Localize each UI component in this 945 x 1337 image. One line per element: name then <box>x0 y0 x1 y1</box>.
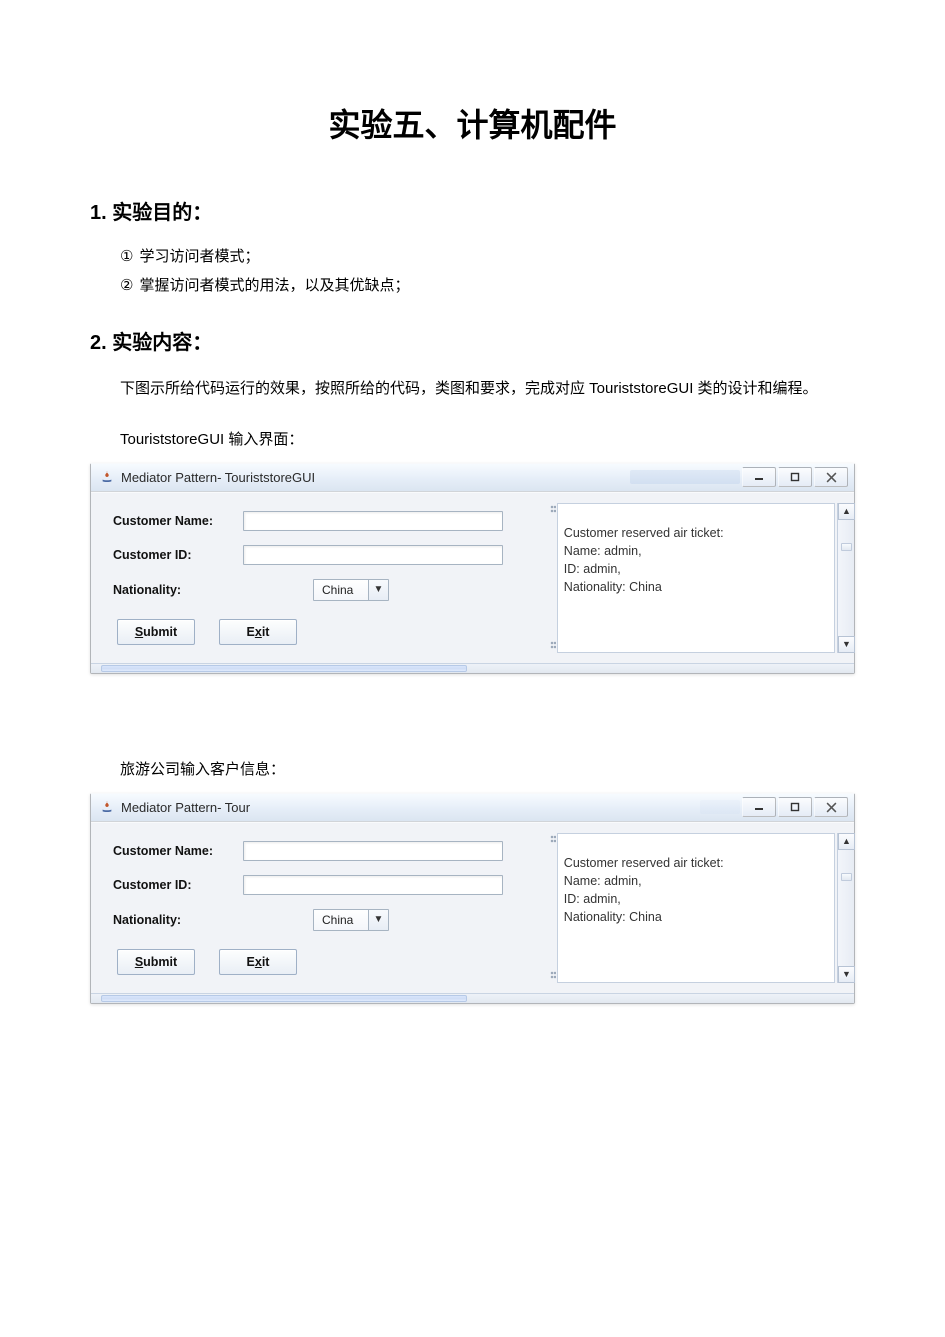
figure-1-caption: TouriststoreGUI 输入界面： <box>90 428 855 449</box>
list-text: 掌握访问者模式的用法，以及其优缺点； <box>139 272 409 301</box>
window-tour: Mediator Pattern- Tour Customer Name: <box>90 793 855 1004</box>
vertical-scrollbar[interactable]: ▲ ▼ <box>837 503 854 653</box>
horizontal-scroll-thumb[interactable] <box>101 665 467 672</box>
exit-pre: E <box>247 625 255 639</box>
window-controls <box>740 797 848 817</box>
form-row-id: Customer ID: <box>113 545 535 565</box>
exit-button[interactable]: Exit <box>219 619 297 645</box>
form-row-id: Customer ID: <box>113 875 535 895</box>
titlebar-decoration <box>700 800 740 814</box>
maximize-button[interactable] <box>778 467 812 487</box>
nationality-value: China <box>314 583 368 597</box>
output-panel: Customer reserved air ticket: Name: admi… <box>557 833 854 983</box>
customer-name-label: Customer Name: <box>113 514 243 528</box>
split-divider[interactable] <box>549 503 557 653</box>
customer-name-label: Customer Name: <box>113 844 243 858</box>
form-panel: Customer Name: Customer ID: Nationality:… <box>91 503 549 653</box>
exit-post: it <box>262 625 270 639</box>
section-2-paragraph: 下图示所给代码运行的效果，按照所给的代码，类图和要求，完成对应 Tourists… <box>90 375 855 404</box>
customer-name-input[interactable] <box>243 511 503 531</box>
form-row-nationality: Nationality: China ▼ <box>113 579 535 601</box>
form-row-name: Customer Name: <box>113 511 535 531</box>
nationality-select[interactable]: China ▼ <box>313 909 389 931</box>
minimize-button[interactable] <box>742 467 776 487</box>
scroll-thumb-mark[interactable] <box>841 873 852 881</box>
window-title: Mediator Pattern- TouriststoreGUI <box>121 470 626 485</box>
submit-mnemonic: S <box>135 955 143 969</box>
titlebar[interactable]: Mediator Pattern- Tour <box>91 794 854 822</box>
scroll-down-button[interactable]: ▼ <box>838 636 855 653</box>
titlebar-decoration <box>630 470 740 484</box>
list-item: ② 掌握访问者模式的用法，以及其优缺点； <box>120 272 855 301</box>
list-marker: ② <box>120 272 133 301</box>
nationality-label: Nationality: <box>113 913 243 927</box>
nationality-value: China <box>314 913 368 927</box>
button-row: Submit Exit <box>113 619 535 645</box>
customer-id-label: Customer ID: <box>113 548 243 562</box>
exit-pre: E <box>247 955 255 969</box>
customer-id-input[interactable] <box>243 545 503 565</box>
submit-mnemonic: S <box>135 625 143 639</box>
titlebar[interactable]: Mediator Pattern- TouriststoreGUI <box>91 464 854 492</box>
figure-2-caption: 旅游公司输入客户信息： <box>90 758 855 779</box>
button-row: Submit Exit <box>113 949 535 975</box>
form-row-name: Customer Name: <box>113 841 535 861</box>
maximize-button[interactable] <box>778 797 812 817</box>
horizontal-scroll-thumb[interactable] <box>101 995 467 1002</box>
document-page: 实验五、计算机配件 1. 实验目的： ① 学习访问者模式； ② 掌握访问者模式的… <box>0 0 945 1094</box>
scroll-down-button[interactable]: ▼ <box>838 966 855 983</box>
close-button[interactable] <box>814 467 848 487</box>
document-title: 实验五、计算机配件 <box>90 100 855 146</box>
output-panel: Customer reserved air ticket: Name: admi… <box>557 503 854 653</box>
customer-name-input[interactable] <box>243 841 503 861</box>
scroll-up-button[interactable]: ▲ <box>838 833 855 850</box>
java-app-icon <box>99 799 115 815</box>
minimize-button[interactable] <box>742 797 776 817</box>
window-body: Customer Name: Customer ID: Nationality:… <box>91 492 854 663</box>
scroll-thumb-mark[interactable] <box>841 543 852 551</box>
list-text: 学习访问者模式； <box>139 243 259 272</box>
list-marker: ① <box>120 243 133 272</box>
section-2-heading: 2. 实验内容： <box>90 326 855 355</box>
form-panel: Customer Name: Customer ID: Nationality:… <box>91 833 549 983</box>
window-controls <box>740 467 848 487</box>
window-title: Mediator Pattern- Tour <box>121 800 696 815</box>
output-textarea[interactable]: Customer reserved air ticket: Name: admi… <box>557 833 835 983</box>
output-textarea[interactable]: Customer reserved air ticket: Name: admi… <box>557 503 835 653</box>
nationality-label: Nationality: <box>113 583 243 597</box>
horizontal-scrollbar[interactable] <box>91 663 854 673</box>
exit-mnemonic: x <box>255 625 262 639</box>
window-body: Customer Name: Customer ID: Nationality:… <box>91 822 854 993</box>
vertical-scrollbar[interactable]: ▲ ▼ <box>837 833 854 983</box>
chevron-down-icon: ▼ <box>368 580 388 600</box>
submit-button[interactable]: Submit <box>117 949 195 975</box>
java-app-icon <box>99 469 115 485</box>
section-1-heading: 1. 实验目的： <box>90 196 855 225</box>
exit-post: it <box>262 955 270 969</box>
chevron-down-icon: ▼ <box>368 910 388 930</box>
submit-button[interactable]: Submit <box>117 619 195 645</box>
customer-id-label: Customer ID: <box>113 878 243 892</box>
objectives-list: ① 学习访问者模式； ② 掌握访问者模式的用法，以及其优缺点； <box>120 243 855 300</box>
split-divider[interactable] <box>549 833 557 983</box>
horizontal-scrollbar[interactable] <box>91 993 854 1003</box>
form-row-nationality: Nationality: China ▼ <box>113 909 535 931</box>
nationality-select[interactable]: China ▼ <box>313 579 389 601</box>
close-button[interactable] <box>814 797 848 817</box>
scroll-up-button[interactable]: ▲ <box>838 503 855 520</box>
exit-button[interactable]: Exit <box>219 949 297 975</box>
customer-id-input[interactable] <box>243 875 503 895</box>
exit-mnemonic: x <box>255 955 262 969</box>
window-touriststoregui: Mediator Pattern- TouriststoreGUI Custom… <box>90 463 855 674</box>
list-item: ① 学习访问者模式； <box>120 243 855 272</box>
